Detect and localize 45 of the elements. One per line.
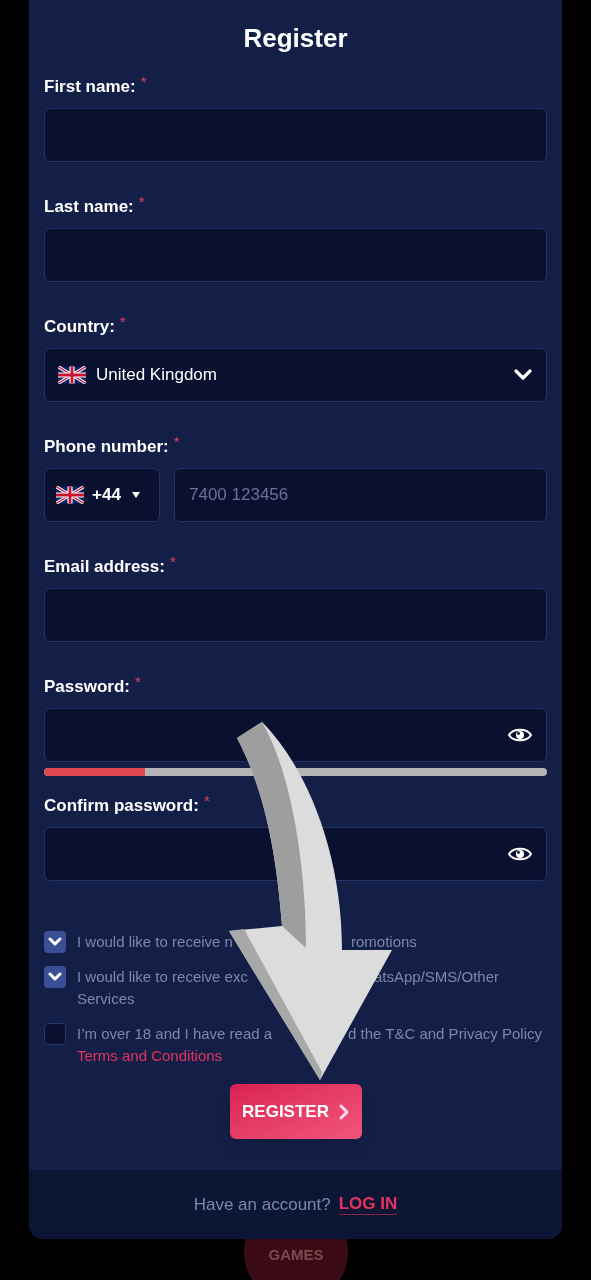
field-label: Last name:	[44, 196, 134, 218]
checkbox[interactable]	[44, 931, 66, 953]
field-label: Country:	[44, 316, 115, 338]
required-mark: *	[203, 794, 210, 808]
flag-icon	[58, 366, 86, 384]
consent-text: atsApp/SMS/Other	[374, 967, 500, 987]
required-mark: *	[135, 675, 141, 689]
footer-prompt: Have an account?	[193, 1193, 331, 1216]
country-select[interactable]: United Kingdom	[44, 348, 547, 402]
field-label: Password:	[44, 676, 130, 698]
phone-input-field[interactable]: 7400 123456	[174, 468, 547, 522]
field-label: Phone number:	[44, 436, 169, 458]
caret-down-icon	[131, 492, 140, 498]
chevron-down-icon	[513, 368, 533, 382]
checkbox[interactable]	[44, 1023, 66, 1045]
required-mark: *	[138, 195, 145, 209]
consent-text: I’m over 18 and I have read a	[77, 1025, 273, 1042]
terms-link[interactable]: Terms and Conditions	[77, 1045, 223, 1067]
country-code-select[interactable]: +44	[44, 468, 160, 522]
eye-icon[interactable]	[508, 846, 532, 862]
login-link[interactable]: LOG IN	[338, 1194, 398, 1215]
chevron-right-icon	[338, 1103, 349, 1120]
consent-text: Services	[77, 989, 135, 1009]
text-input-field[interactable]	[44, 108, 547, 162]
consent-text: d the T&C and Privacy Policy	[348, 1024, 542, 1044]
dialog-title: Register	[242, 22, 349, 55]
checkbox[interactable]	[44, 966, 66, 988]
password-field[interactable]	[44, 708, 547, 762]
check-icon	[48, 972, 62, 982]
flag-icon	[56, 486, 84, 504]
field-label: First name:	[44, 76, 136, 98]
field-label: Email address:	[44, 556, 165, 578]
required-mark: *	[169, 555, 176, 569]
required-mark: *	[173, 435, 180, 449]
consent-text: I would like to receive n	[77, 933, 233, 950]
field-label: Confirm password:	[44, 795, 199, 817]
consent-text: I would like to receive exc	[77, 968, 248, 985]
text-input-field[interactable]	[44, 588, 547, 642]
consent-text: romotions	[351, 932, 417, 952]
required-mark: *	[119, 315, 126, 329]
text-input-field[interactable]	[44, 228, 547, 282]
check-icon	[48, 937, 62, 947]
required-mark: *	[140, 75, 147, 89]
register-button[interactable]: REGISTER	[229, 1084, 362, 1139]
eye-icon[interactable]	[508, 727, 532, 743]
